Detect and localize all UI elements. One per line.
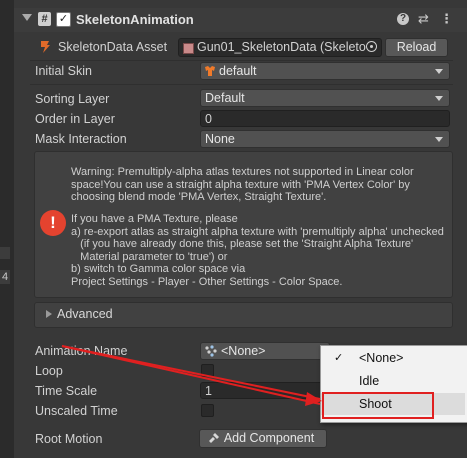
highlight-box	[322, 392, 434, 419]
annotation-overlay	[61, 345, 434, 419]
annotation-arrow-line	[61, 345, 321, 405]
